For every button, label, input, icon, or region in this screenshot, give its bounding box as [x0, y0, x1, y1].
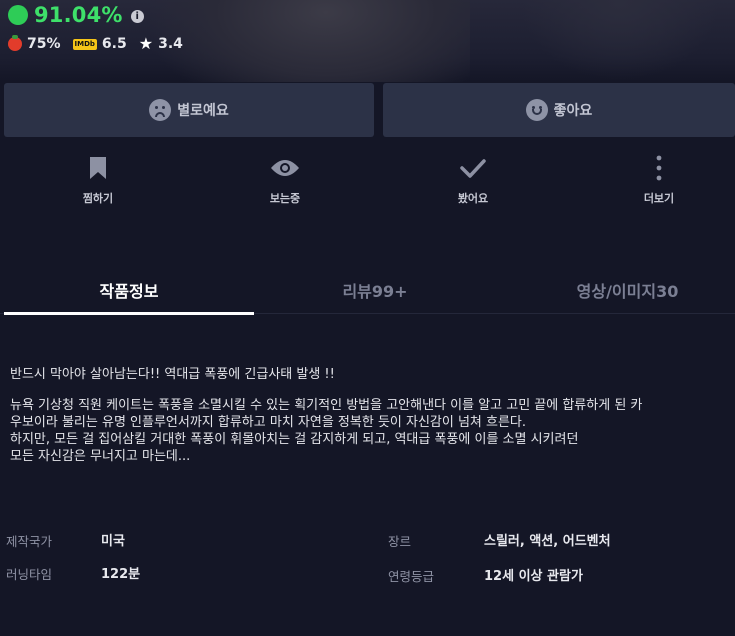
genre-label: 장르: [388, 534, 412, 549]
star-rating: ★ 3.4: [138, 34, 183, 53]
ratings-row: 75% IMDb 6.5 ★ 3.4: [8, 34, 195, 53]
imdb-icon: IMDb: [72, 38, 97, 50]
sad-face-icon: [149, 99, 172, 121]
bookmark-icon: [89, 154, 107, 182]
happy-face-icon: [525, 99, 548, 121]
tab-info[interactable]: 작품정보: [4, 278, 254, 302]
age-rating-value: 12세 이상 관람가: [484, 569, 583, 584]
runtime-value: 122분: [101, 567, 141, 582]
score-dot-icon: [8, 5, 28, 25]
watched-button[interactable]: 봤어요: [413, 154, 533, 206]
genre-value: 스릴러, 액션, 어드벤처: [484, 534, 611, 549]
score-row: 91.04% i: [8, 3, 144, 27]
star-icon: ★: [138, 34, 154, 53]
check-icon: [460, 154, 486, 182]
synopsis: 반드시 막아야 살아남는다!! 역대급 폭풍에 긴급사태 발생 !! 뉴욕 기상…: [10, 366, 730, 465]
star-score: 3.4: [158, 36, 183, 52]
like-button[interactable]: 좋아요: [383, 83, 735, 137]
country-label: 제작국가: [6, 534, 53, 549]
synopsis-line: 하지만, 모든 걸 집어삼킬 거대한 폭풍이 휘몰아치는 걸 감지하게 되고, …: [10, 432, 579, 447]
eye-icon: [270, 154, 300, 182]
imdb-rating: IMDb 6.5: [72, 36, 127, 52]
wishlist-label: 찜하기: [82, 192, 114, 205]
score-value: 91.04%: [34, 3, 123, 27]
dislike-label: 별로예요: [177, 103, 229, 119]
like-label: 좋아요: [553, 103, 593, 119]
synopsis-tagline: 반드시 막아야 살아남는다!! 역대급 폭풍에 긴급사태 발생 !!: [10, 367, 335, 382]
synopsis-line: 모든 자신감은 무너지고 마는데...: [10, 449, 191, 464]
tab-media[interactable]: 영상/이미지30: [540, 278, 715, 302]
tomato-icon: [8, 35, 22, 51]
poster-figure: [150, 0, 470, 82]
more-vertical-icon: [656, 154, 662, 182]
synopsis-line: 우보이라 불리는 유명 인플루언서까지 합류하고 마치 자연을 정복한 듯이 자…: [10, 415, 527, 430]
poster-figure-secondary: [520, 0, 720, 80]
more-label: 더보기: [643, 192, 675, 205]
watching-label: 보는중: [269, 192, 301, 205]
more-button[interactable]: 더보기: [599, 154, 719, 206]
dislike-button[interactable]: 별로예요: [4, 83, 374, 137]
info-icon[interactable]: i: [130, 9, 144, 23]
watched-label: 봤어요: [457, 192, 489, 205]
tomato-score: 75%: [27, 36, 61, 52]
synopsis-line: 뉴욕 기상청 직원 케이트는 폭풍을 소멸시킬 수 있는 획기적인 방법을 고안…: [10, 398, 643, 413]
wishlist-button[interactable]: 찜하기: [38, 154, 158, 206]
active-tab-indicator: [4, 312, 254, 315]
runtime-label: 러닝타임: [6, 567, 53, 582]
tomato-rating: 75%: [8, 35, 61, 52]
age-rating-label: 연령등급: [388, 569, 435, 584]
watching-button[interactable]: 보는중: [225, 154, 345, 206]
country-value: 미국: [101, 534, 125, 549]
tab-reviews[interactable]: 리뷰99+: [290, 278, 460, 302]
imdb-score: 6.5: [101, 36, 127, 52]
